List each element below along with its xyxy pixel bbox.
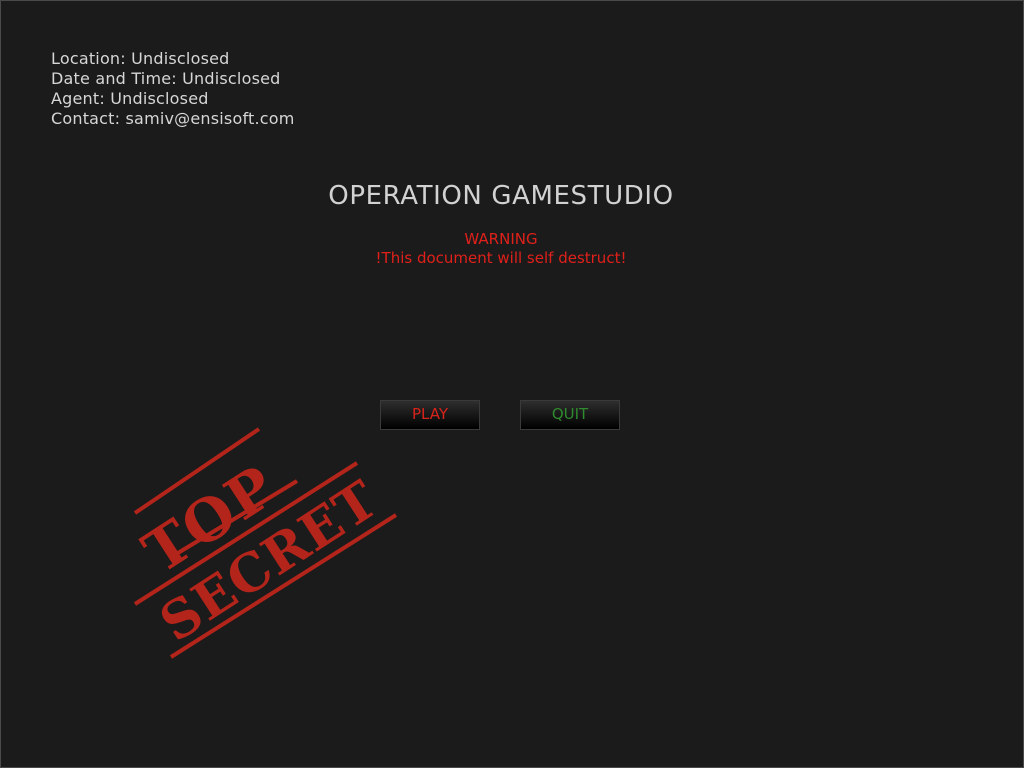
agent-text: Agent: Undisclosed	[51, 89, 209, 108]
warning-heading: WARNING	[464, 230, 538, 248]
contact-text: Contact: samiv@ensisoft.com	[51, 109, 295, 128]
quit-button[interactable]: QUIT	[520, 400, 620, 430]
datetime-text: Date and Time: Undisclosed	[51, 69, 281, 88]
game-title: OPERATION GAMESTUDIO	[328, 181, 674, 211]
warning-block: WARNING !This document will self destruc…	[1, 230, 1001, 268]
mission-info: Location: Undisclosed Date and Time: Und…	[51, 49, 295, 129]
location-text: Location: Undisclosed	[51, 49, 230, 68]
warning-message: !This document will self destruct!	[375, 249, 627, 267]
top-secret-stamp: TOP SECRET	[131, 427, 398, 659]
game-menu-screen: Location: Undisclosed Date and Time: Und…	[0, 0, 1024, 768]
